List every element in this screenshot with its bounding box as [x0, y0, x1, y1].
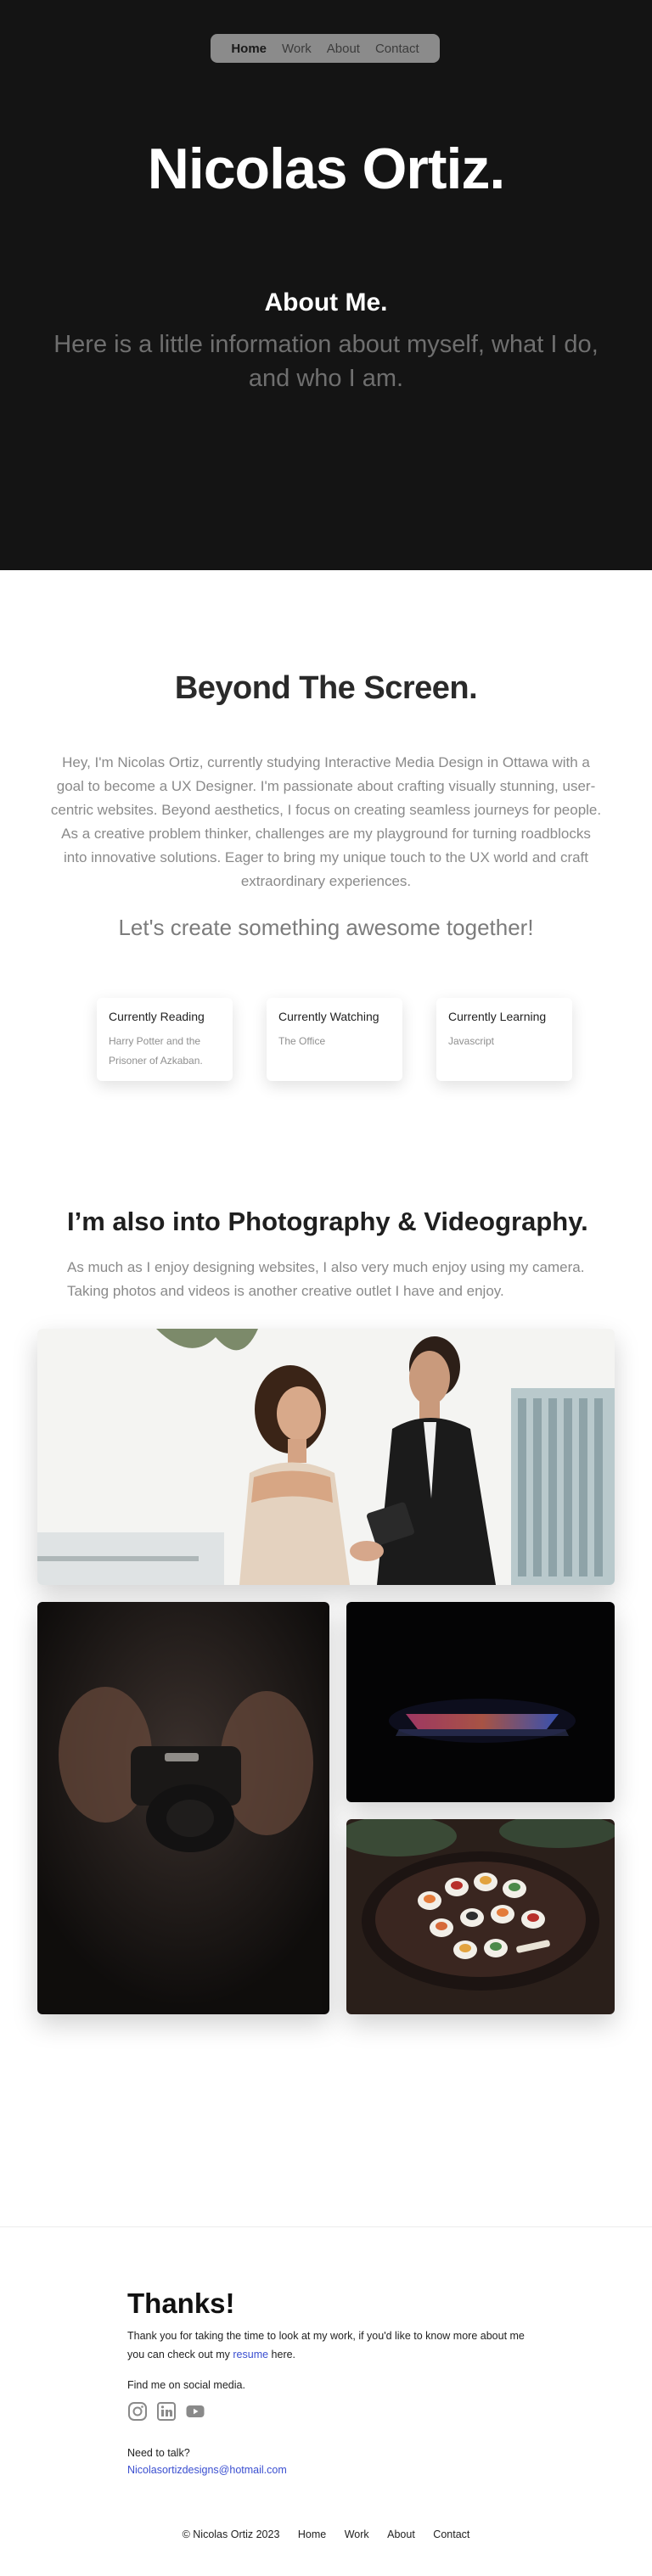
about-heading: About Me.	[264, 288, 388, 316]
email-link[interactable]: Nicolasortizdesigns@hotmail.com	[127, 2464, 287, 2476]
beyond-cta: Let's create something awesome together!	[118, 915, 534, 940]
nav-contact-link[interactable]: Contact	[375, 42, 419, 56]
footer-about-link[interactable]: About	[387, 2528, 415, 2540]
hero-name: Nicolas Ortiz.	[147, 137, 506, 201]
nav-work-link[interactable]: Work	[282, 42, 312, 56]
thanks-text-after: here.	[268, 2349, 296, 2360]
thanks-heading: Thanks!	[127, 2288, 235, 2319]
card-text: Javascript	[448, 1035, 495, 1047]
footer-work-link[interactable]: Work	[345, 2528, 369, 2540]
linkedin-icon[interactable]	[156, 2401, 177, 2422]
wedding-photo	[37, 1329, 615, 1585]
laptop-photo	[346, 1602, 615, 1802]
instagram-icon[interactable]	[127, 2401, 148, 2422]
beyond-body: Hey, I'm Nicolas Ortiz, currently studyi…	[50, 754, 602, 889]
card-text: Harry Potter and the Prisoner of Azkaban…	[109, 1035, 203, 1067]
camera-photo	[37, 1602, 329, 2014]
card-title: Currently Watching	[278, 1010, 379, 1023]
card-title: Currently Reading	[109, 1010, 205, 1023]
social-label: Find me on social media.	[127, 2379, 245, 2391]
footer-contact-link[interactable]: Contact	[433, 2528, 469, 2540]
card-title: Currently Learning	[448, 1010, 547, 1023]
talk-label: Need to talk?	[127, 2447, 190, 2459]
camera-photo-image	[37, 1602, 329, 2014]
card-currently-reading: Currently Reading Harry Potter and the P…	[97, 998, 233, 1081]
youtube-icon[interactable]	[185, 2401, 205, 2422]
thanks-text: Thank you for taking the time to look at…	[127, 2327, 526, 2364]
sushi-photo-image	[346, 1819, 615, 2014]
wedding-photo-image	[37, 1329, 615, 1585]
laptop-photo-image	[346, 1602, 615, 1802]
beyond-title: Beyond The Screen.	[174, 670, 478, 706]
photography-title: I’m also into Photography & Videography.	[67, 1207, 588, 1236]
resume-link[interactable]: resume	[233, 2349, 268, 2360]
nav-about-link[interactable]: About	[327, 42, 360, 56]
photography-body: As much as I enjoy designing websites, I…	[67, 1259, 585, 1299]
top-nav: Home Work About Contact	[211, 34, 440, 63]
nav-home-link[interactable]: Home	[231, 42, 267, 56]
copyright: © Nicolas Ortiz 2023	[182, 2528, 280, 2540]
footer-home-link[interactable]: Home	[298, 2528, 326, 2540]
card-currently-learning: Currently Learning Javascript	[436, 998, 572, 1081]
thanks-text-before: Thank you for taking the time to look at…	[127, 2330, 525, 2360]
sushi-photo	[346, 1819, 615, 2014]
card-currently-watching: Currently Watching The Office	[267, 998, 402, 1081]
card-text: The Office	[278, 1035, 326, 1047]
hero-intro: Here is a little information about mysel…	[53, 331, 599, 392]
bottom-bar: © Nicolas Ortiz 2023 Home Work About Con…	[0, 2528, 652, 2540]
footer-divider	[0, 2226, 652, 2227]
hero-section: Home Work About Contact Nicolas Ortiz. A…	[0, 0, 652, 570]
